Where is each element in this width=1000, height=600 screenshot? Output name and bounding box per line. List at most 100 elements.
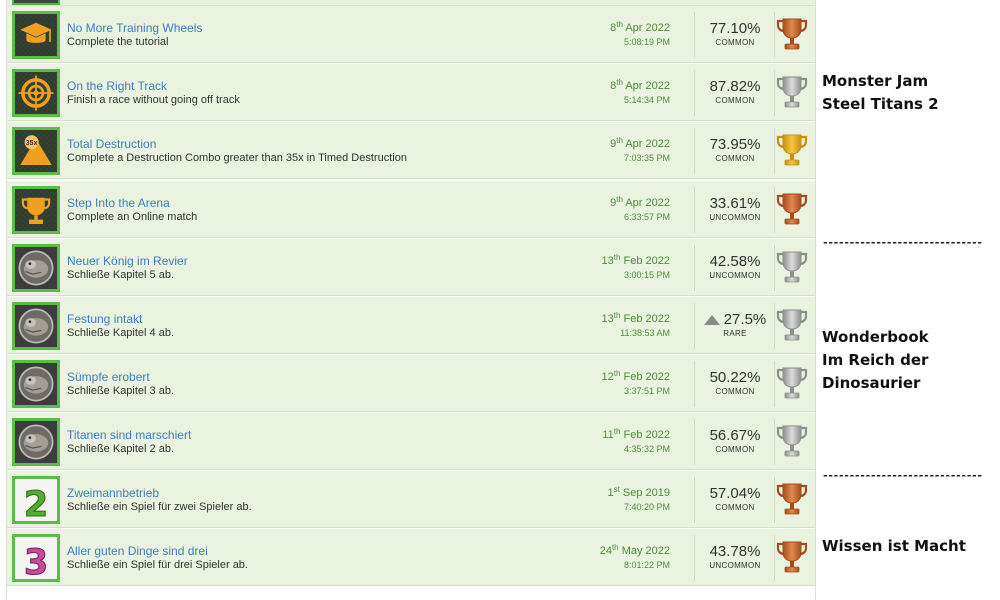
achievement-row: Neuer König im Revier Schließe Kapitel 5 …: [7, 239, 815, 297]
svg-text:3: 3: [24, 543, 48, 579]
percentage-value: 87.82%: [709, 78, 761, 95]
achievement-row: Sümpfe erobert Schließe Kapitel 3 ab. 12th…: [7, 355, 815, 413]
dinosaur-icon[interactable]: [12, 360, 60, 408]
achievement-title-link[interactable]: Zweimannbetrieb: [67, 486, 159, 500]
achievement-row: 3 Aller guten Dinge sind drei Schließe ein…: [7, 529, 815, 587]
silver-trophy-icon: [776, 366, 808, 400]
bronze-trophy-icon: [776, 192, 808, 226]
combo-35x-icon[interactable]: 35x: [12, 127, 60, 175]
percentage-value: 50.22%: [709, 369, 761, 386]
achievement-description: Schließe ein Spiel für drei Spieler ab.: [67, 559, 248, 571]
unlock-time: 6:33:57 PM: [623, 212, 670, 222]
unlock-time: 5:08:19 PM: [623, 37, 670, 47]
game-label-line: Steel Titans 2: [822, 95, 939, 113]
column-divider: [774, 128, 775, 174]
unlock-time: 3:37:51 PM: [623, 386, 670, 396]
achievement-title-link[interactable]: Sümpfe erobert: [67, 370, 150, 384]
achievement-title-link[interactable]: Neuer König im Revier: [67, 254, 188, 268]
achievement-title-link[interactable]: Total Destruction: [67, 137, 156, 151]
rarity-label: COMMON: [715, 387, 755, 396]
column-divider: [774, 245, 775, 291]
unlock-time: 7:40:20 PM: [623, 502, 670, 512]
achievement-row: Titanen sind marschiert Schließe Kapitel …: [7, 413, 815, 471]
unlock-percentage: 50.22%: [695, 369, 775, 386]
unlock-percentage: 27.5%: [695, 311, 775, 328]
unlock-date: 12th Feb 2022 3:37:51 PM: [601, 369, 670, 398]
column-divider: [774, 419, 775, 465]
rarity-label: RARE: [723, 329, 747, 338]
game-label-line: Wissen ist Macht: [822, 537, 966, 555]
number-3-icon[interactable]: 3: [12, 534, 60, 582]
percentage-value: 42.58%: [709, 253, 761, 270]
achievement-description: Complete a Destruction Combo greater tha…: [67, 152, 407, 164]
column-divider: [774, 12, 775, 58]
achievement-title-link[interactable]: No More Training Wheels: [67, 21, 202, 35]
achievement-description: Complete the tutorial: [67, 36, 169, 48]
divider-line: ------------------------------: [822, 236, 983, 249]
dinosaur-icon[interactable]: [12, 418, 60, 466]
hat-icon[interactable]: [12, 11, 60, 59]
divider-line: ------------------------------: [822, 469, 983, 482]
unlock-percentage: 77.10%: [695, 20, 775, 37]
achievement-description: Schließe Kapitel 4 ab.: [67, 327, 175, 339]
achievement-row: Step Into the Arena Complete an Online ma…: [7, 181, 815, 239]
unlock-month-year: Apr 2022: [625, 197, 670, 209]
svg-text:2: 2: [24, 485, 48, 521]
achievement-title-link[interactable]: On the Right Track: [67, 79, 167, 93]
unlock-month-year: Feb 2022: [623, 255, 670, 267]
unlock-month-year: Apr 2022: [625, 22, 670, 34]
unlock-day-ordinal: st: [613, 485, 620, 494]
game-label-line: Im Reich der: [822, 351, 929, 369]
achievement-title-link[interactable]: Festung intakt: [67, 312, 142, 326]
unlock-day: 12: [601, 371, 614, 383]
column-divider: [774, 70, 775, 116]
cup-icon[interactable]: [12, 186, 60, 234]
unlock-time: 5:14:34 PM: [623, 95, 670, 105]
game-label-monster-jam: Monster Jam Steel Titans 2: [822, 70, 939, 116]
rarity-label: COMMON: [715, 96, 755, 105]
unlock-day: 13: [601, 255, 614, 267]
unlock-date: 9th Apr 2022 7:03:35 PM: [610, 136, 670, 165]
silver-trophy-icon: [776, 250, 808, 284]
percentage-value: 27.5%: [723, 311, 767, 328]
rarity-label: UNCOMMON: [709, 213, 761, 222]
percentage-value: 33.61%: [709, 195, 761, 212]
number-2-icon[interactable]: 2: [12, 476, 60, 524]
column-divider: [774, 303, 775, 349]
rarity-label: COMMON: [715, 154, 755, 163]
target-icon[interactable]: [12, 69, 60, 117]
svg-text:35x: 35x: [26, 140, 38, 147]
unlock-date: 8th Apr 2022 5:08:19 PM: [610, 20, 670, 49]
unlock-day-ordinal: th: [613, 253, 621, 262]
unlock-date: 1st Sep 2019 7:40:20 PM: [607, 485, 670, 514]
rarity-label: UNCOMMON: [709, 561, 761, 570]
dinosaur-icon[interactable]: [12, 244, 60, 292]
column-divider: [774, 361, 775, 407]
achievement-description: Schließe Kapitel 2 ab.: [67, 443, 175, 455]
unlock-month-year: Feb 2022: [623, 429, 670, 441]
unlock-month-year: Sep 2019: [622, 487, 670, 499]
achievement-title-link[interactable]: Aller guten Dinge sind drei: [67, 544, 208, 558]
unlock-percentage: 87.82%: [695, 78, 775, 95]
gold-trophy-icon: [776, 133, 808, 167]
unlock-percentage: 43.78%: [695, 543, 775, 560]
unlock-day: 24: [599, 545, 612, 557]
game-label-wonderbook: Wonderbook Im Reich der Dinosaurier: [822, 326, 929, 395]
achievement-row: 35x Total Destruction Complete a Destructi…: [7, 122, 815, 180]
game-label-line: Dinosaurier: [822, 374, 921, 392]
rarity-label: COMMON: [715, 445, 755, 454]
dinosaur-icon[interactable]: [12, 302, 60, 350]
achievement-title-link[interactable]: Titanen sind marschiert: [67, 428, 191, 442]
achievement-title-link[interactable]: Step Into the Arena: [67, 196, 170, 210]
unlock-day-ordinal: th: [613, 311, 621, 320]
partial-icon: [12, 0, 60, 5]
unlock-day: 11: [602, 429, 614, 441]
percentage-value: 43.78%: [709, 543, 761, 560]
unlock-percentage: 73.95%: [695, 136, 775, 153]
percentage-value: 73.95%: [709, 136, 761, 153]
unlock-month-year: Apr 2022: [625, 138, 670, 150]
unlock-month-year: Feb 2022: [623, 371, 670, 383]
column-divider: [774, 477, 775, 523]
unlock-date: 8th Apr 2022 5:14:34 PM: [610, 78, 670, 107]
unlock-percentage: 57.04%: [695, 485, 775, 502]
